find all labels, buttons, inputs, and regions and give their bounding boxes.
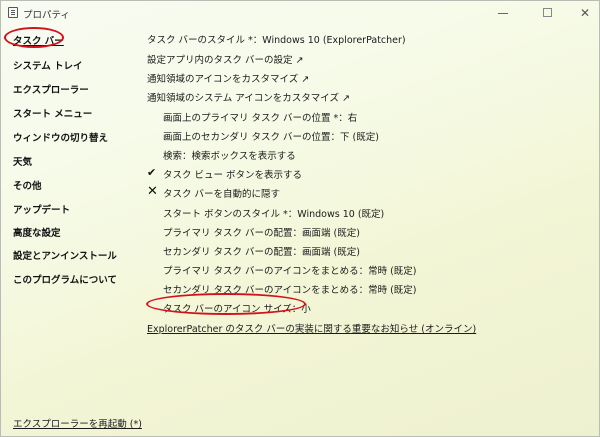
- sidebar-item-taskbar[interactable]: タスク バー: [13, 33, 64, 47]
- setting-show-task-view-button[interactable]: タスク ビュー ボタンを表示する: [163, 167, 302, 181]
- sidebar-item-system-tray[interactable]: システム トレイ: [13, 58, 83, 72]
- setting-taskbar-icon-size[interactable]: タスク バーのアイコン サイズ：小: [163, 301, 311, 315]
- title-bar[interactable]: プロパティ ✕: [1, 1, 599, 25]
- restart-explorer-link[interactable]: エクスプローラーを再起動 (*): [13, 416, 142, 430]
- setting-taskbar-style[interactable]: タスク バーのスタイル *：Windows 10 (ExplorerPatche…: [147, 32, 406, 46]
- sidebar-item-explorer[interactable]: エクスプローラー: [13, 82, 89, 96]
- setting-secondary-combine-icons[interactable]: セカンダリ タスク バーのアイコンをまとめる：常時 (既定): [163, 282, 417, 296]
- setting-secondary-taskbar-position[interactable]: 画面上のセカンダリ タスク バーの位置：下 (既定): [163, 129, 379, 143]
- minimize-button[interactable]: [493, 5, 513, 21]
- important-notice-link[interactable]: ExplorerPatcher のタスク バーの実装に関する重要なお知らせ (オ…: [147, 321, 476, 335]
- close-button[interactable]: ✕: [575, 5, 595, 21]
- app-icon: [8, 7, 18, 18]
- setting-open-settings-app[interactable]: 設定アプリ内のタスク バーの設定 ↗: [147, 52, 304, 66]
- sidebar-item-weather[interactable]: 天気: [13, 154, 32, 168]
- sidebar-item-settings-uninstall[interactable]: 設定とアンインストール: [13, 248, 117, 262]
- close-icon: ✕: [579, 6, 591, 20]
- setting-primary-taskbar-alignment[interactable]: プライマリ タスク バーの配置：画面端 (既定): [163, 225, 360, 239]
- setting-primary-combine-icons[interactable]: プライマリ タスク バーのアイコンをまとめる：常時 (既定): [163, 263, 417, 277]
- setting-secondary-taskbar-alignment[interactable]: セカンダリ タスク バーの配置：画面端 (既定): [163, 244, 360, 258]
- setting-primary-taskbar-position[interactable]: 画面上のプライマリ タスク バーの位置 *：右: [163, 110, 357, 124]
- sidebar-item-advanced[interactable]: 高度な設定: [13, 225, 61, 239]
- properties-window: プロパティ ✕ タスク バー システム トレイ エクスプローラー スタート メニ…: [0, 0, 600, 437]
- sidebar-item-about[interactable]: このプログラムについて: [13, 272, 117, 286]
- sidebar-item-window-switcher[interactable]: ウィンドウの切り替え: [13, 130, 108, 144]
- setting-auto-hide-taskbar[interactable]: タスク バーを自動的に隠す: [163, 186, 280, 200]
- window-title: プロパティ: [23, 10, 70, 21]
- setting-start-button-style[interactable]: スタート ボタンのスタイル *：Windows 10 (既定): [163, 206, 384, 220]
- setting-customize-system-icons[interactable]: 通知領域のシステム アイコンをカスタマイズ ↗: [147, 90, 350, 104]
- sidebar-item-other[interactable]: その他: [13, 178, 42, 192]
- setting-search[interactable]: 検索：検索ボックスを表示する: [163, 148, 296, 162]
- setting-customize-notification-icons[interactable]: 通知領域のアイコンをカスタマイズ ↗: [147, 71, 309, 85]
- maximize-button[interactable]: [538, 5, 558, 21]
- x-icon: ✕: [147, 184, 158, 199]
- check-icon: ✔: [147, 166, 157, 179]
- sidebar-item-updates[interactable]: アップデート: [13, 202, 70, 216]
- sidebar-item-start-menu[interactable]: スタート メニュー: [13, 106, 92, 120]
